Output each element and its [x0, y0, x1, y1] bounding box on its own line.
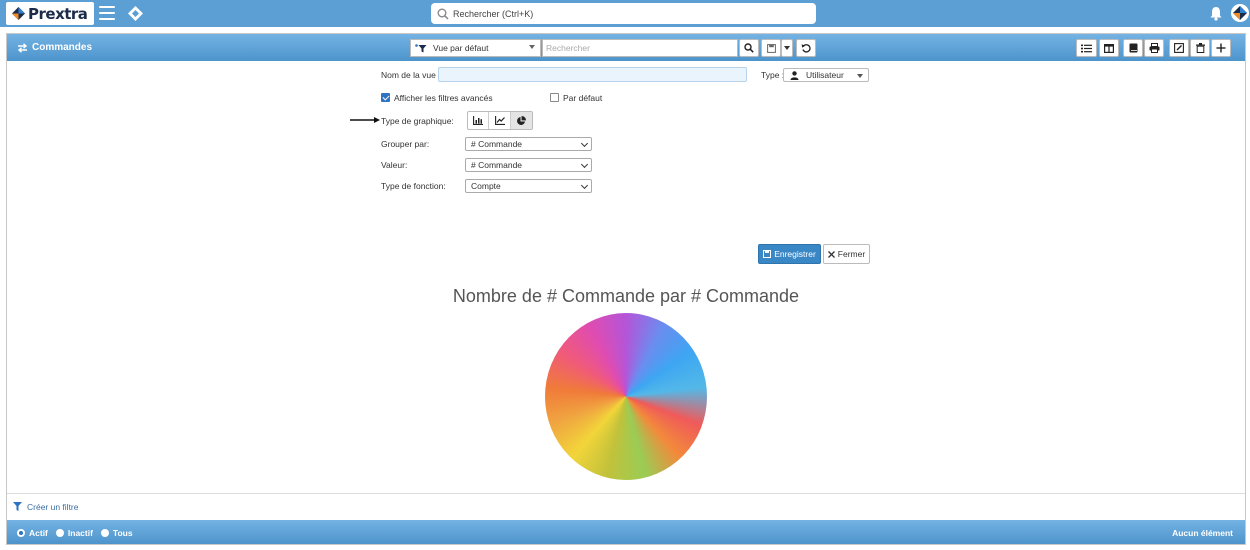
app-logo[interactable]: Prextra	[6, 2, 94, 25]
save-button-label: Enregistrer	[774, 249, 816, 259]
list-icon	[1081, 44, 1092, 52]
caret-down-icon	[784, 46, 790, 50]
radio-all[interactable]: Tous	[100, 528, 133, 538]
value-label: Valeur:	[381, 160, 408, 170]
function-type-label: Type de fonction:	[381, 181, 446, 191]
top-bar: Prextra Rechercher (Ctrl+K)	[0, 0, 1250, 27]
chart-type-group	[467, 111, 533, 130]
module-icon[interactable]	[128, 6, 143, 21]
close-button[interactable]: Fermer	[823, 244, 870, 264]
close-icon	[827, 250, 835, 258]
filter-view-icon	[415, 43, 427, 52]
chevron-down-icon	[529, 45, 535, 49]
chart-type-label: Type de graphique:	[381, 116, 454, 126]
save-icon	[766, 43, 776, 53]
caret-down-icon	[857, 74, 863, 78]
list-toolbar: Commandes Vue par défaut	[7, 34, 1245, 61]
radio-all-label: Tous	[112, 528, 133, 538]
radio-active-dot	[17, 529, 25, 537]
pie-chart-button[interactable]	[510, 112, 532, 129]
default-checkbox[interactable]	[550, 93, 559, 102]
view-name-label: Nom de la vue :	[381, 70, 441, 80]
default-label: Par défaut	[563, 93, 603, 103]
view-select[interactable]: Vue par défaut	[410, 39, 541, 57]
chevron-down-icon	[580, 160, 589, 169]
swap-arrows-icon	[17, 42, 28, 53]
pie-chart-icon	[517, 115, 527, 125]
global-search-input[interactable]: Rechercher (Ctrl+K)	[431, 3, 816, 24]
pie-chart	[545, 313, 707, 480]
close-button-label: Fermer	[837, 249, 866, 259]
print-button[interactable]	[1144, 39, 1164, 57]
print-icon	[1149, 43, 1159, 53]
status-text: Aucun élément	[1172, 528, 1233, 538]
filter-icon	[13, 502, 22, 511]
type-select-value: Utilisateur	[806, 70, 844, 80]
list-search-input[interactable]	[542, 39, 738, 57]
type-select[interactable]: Utilisateur	[783, 68, 869, 82]
plus-icon	[1216, 43, 1226, 53]
book-button[interactable]	[1123, 39, 1143, 57]
save-icon	[763, 250, 772, 258]
undo-icon	[801, 44, 811, 53]
save-button[interactable]: Enregistrer	[758, 244, 821, 264]
line-chart-icon	[494, 116, 505, 125]
book-icon	[1129, 43, 1137, 53]
radio-active[interactable]: Actif	[17, 528, 48, 538]
trash-icon	[1195, 43, 1205, 53]
type-label: Type :	[761, 70, 785, 80]
logo-text: Prextra	[28, 4, 88, 23]
radio-inactive-dot	[55, 529, 64, 537]
add-button[interactable]	[1211, 39, 1231, 57]
view-name-input[interactable]	[438, 67, 747, 82]
columns-icon	[1104, 43, 1114, 53]
bar-chart-button[interactable]	[468, 112, 490, 129]
page-title-text: Commandes	[32, 42, 93, 53]
list-view-button[interactable]	[1076, 39, 1097, 57]
radio-inactive[interactable]: Inactif	[55, 528, 93, 538]
view-select-value: Vue par défaut	[433, 43, 489, 53]
chevron-down-icon	[580, 181, 589, 190]
user-logo-icon	[1233, 6, 1247, 20]
bell-icon[interactable]	[1209, 6, 1223, 21]
search-button[interactable]	[739, 39, 759, 57]
group-by-label: Grouper par:	[381, 139, 430, 149]
bar-chart-icon	[473, 116, 484, 125]
function-type-select[interactable]: Compte	[465, 179, 592, 193]
columns-button[interactable]	[1099, 39, 1119, 57]
chart-title: Nombre de # Commande par # Commande	[452, 286, 800, 306]
reset-button[interactable]	[796, 39, 816, 57]
chevron-down-icon	[580, 139, 589, 148]
create-filter-label: Créer un filtre	[27, 501, 79, 512]
edit-button[interactable]	[1169, 39, 1189, 57]
group-by-value: # Commande	[471, 139, 523, 149]
save-view-button[interactable]	[761, 39, 781, 57]
menu-icon[interactable]	[99, 6, 115, 20]
global-search-placeholder: Rechercher (Ctrl+K)	[453, 8, 534, 19]
logo-mark-icon	[12, 7, 25, 20]
create-filter-link[interactable]: Créer un filtre	[7, 493, 1245, 519]
arrow-right-icon	[350, 117, 380, 123]
value-select-value: # Commande	[471, 160, 523, 170]
group-by-select[interactable]: # Commande	[465, 137, 592, 151]
status-bar: Actif Inactif Tous Aucun élément	[7, 520, 1245, 544]
show-advanced-filters-label: Afficher les filtres avancés	[394, 93, 493, 103]
function-type-value: Compte	[471, 181, 501, 191]
page-title: Commandes	[17, 42, 92, 53]
avatar[interactable]	[1231, 4, 1249, 22]
edit-icon	[1174, 43, 1184, 53]
user-icon	[790, 70, 799, 80]
radio-inactive-label: Inactif	[67, 528, 93, 538]
search-icon	[744, 43, 754, 53]
search-icon	[437, 8, 449, 20]
line-chart-button[interactable]	[489, 112, 511, 129]
delete-button[interactable]	[1190, 39, 1210, 57]
radio-active-label: Actif	[29, 528, 48, 538]
radio-all-dot	[100, 529, 109, 537]
main-panel: Commandes Vue par défaut Rechercher Nom …	[6, 33, 1246, 545]
save-options-button[interactable]	[781, 39, 793, 57]
show-advanced-filters-checkbox[interactable]	[381, 93, 390, 102]
value-select[interactable]: # Commande	[465, 158, 592, 172]
